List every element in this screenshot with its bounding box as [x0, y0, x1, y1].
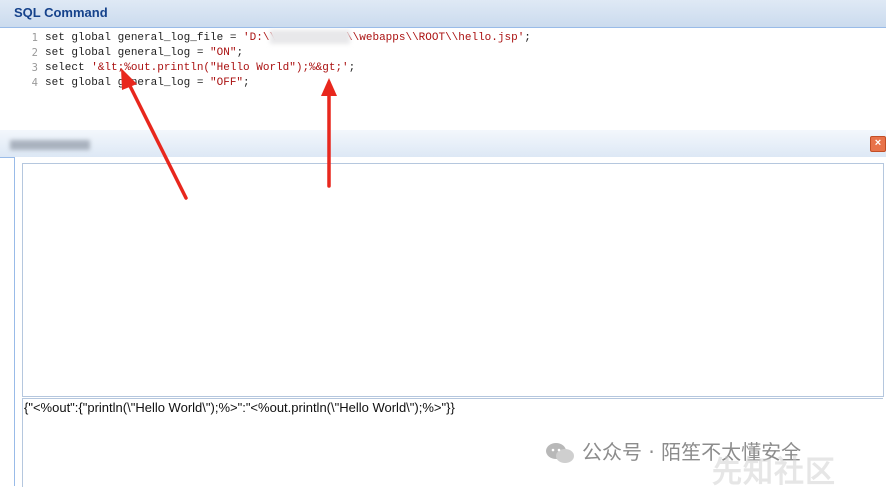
arrow-right — [321, 78, 337, 188]
wechat-icon — [546, 443, 574, 463]
annotation-arrows — [121, 68, 337, 200]
watermark-badge: 先知社区 — [712, 455, 836, 490]
arrow-left — [121, 68, 188, 200]
